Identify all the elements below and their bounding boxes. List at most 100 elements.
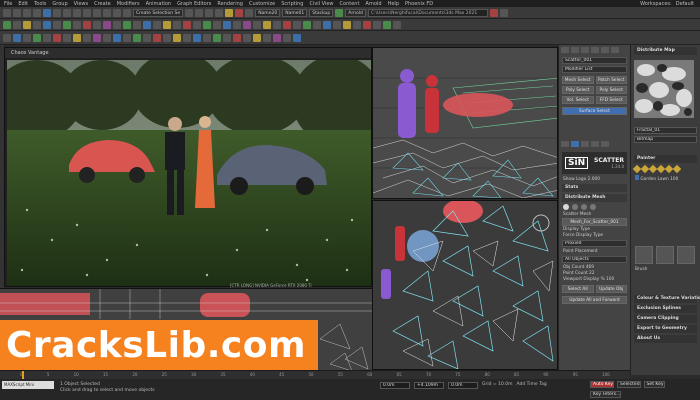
distribute-map-rollout[interactable]: Distribute Map: [634, 47, 697, 55]
align-icon[interactable]: [123, 8, 131, 17]
tool-icon-1[interactable]: [3, 33, 11, 42]
tool-icon-17[interactable]: [163, 33, 171, 42]
map-name-field[interactable]: Fractal_01: [634, 127, 697, 134]
ribbon-icon-32[interactable]: [313, 20, 321, 29]
mode-radio-4[interactable]: [590, 204, 596, 210]
ribbon-icon-31[interactable]: [303, 20, 311, 29]
painter-rollout[interactable]: Painter: [634, 155, 697, 163]
utilities-tab-icon[interactable]: [611, 47, 619, 53]
show-logo-value[interactable]: 2.000: [588, 177, 600, 182]
curve-editor-icon[interactable]: [195, 8, 204, 17]
ribbon-icon-24[interactable]: [233, 20, 241, 29]
garden-layer-row[interactable]: Garden Lawn 100: [635, 175, 696, 182]
update-obj-button[interactable]: Update Obj: [595, 285, 627, 293]
tool-icon-4[interactable]: [33, 33, 41, 42]
surface-select-item[interactable]: Surface Select: [562, 107, 627, 115]
tool-icon-3[interactable]: [23, 33, 31, 42]
ribbon-icon-38[interactable]: [373, 20, 381, 29]
tool-icon-7[interactable]: [63, 33, 71, 42]
scatter-mesh-pick-button[interactable]: Mesh_For_Scatter_001: [562, 218, 627, 226]
z-coordinate-field[interactable]: 0.0m: [448, 382, 478, 389]
menu-group[interactable]: Group: [52, 1, 67, 7]
mirror-icon[interactable]: [113, 8, 121, 17]
tool-icon-15[interactable]: [143, 33, 151, 42]
x-coordinate-field[interactable]: 0.0m: [380, 382, 410, 389]
ribbon-icon-28[interactable]: [273, 20, 281, 29]
menu-views[interactable]: Views: [74, 1, 88, 7]
tool-icon-8[interactable]: [73, 33, 81, 42]
undo-icon[interactable]: [3, 8, 11, 17]
move-icon[interactable]: [63, 8, 71, 17]
ribbon-icon-10[interactable]: [93, 20, 101, 29]
point-count-value[interactable]: 22: [589, 271, 594, 276]
ribbon-icon-33[interactable]: [323, 20, 331, 29]
unlink-icon[interactable]: [33, 8, 41, 17]
named-field-2[interactable]: Name01: [282, 8, 308, 17]
modify-tab-icon[interactable]: [571, 47, 579, 53]
about-us-rollout[interactable]: About Us: [634, 335, 697, 343]
ribbon-icon-15[interactable]: [143, 20, 151, 29]
ribbon-icon-27[interactable]: [263, 20, 271, 29]
menu-file[interactable]: File: [4, 1, 12, 7]
auto-key-button[interactable]: Auto Key: [590, 381, 615, 388]
tool-icon-26[interactable]: [253, 33, 261, 42]
exclusion-splines-rollout[interactable]: Exclusion Splines: [634, 305, 697, 313]
select-icon[interactable]: [43, 8, 51, 17]
ribbon-icon-29[interactable]: [283, 20, 291, 29]
menu-tools[interactable]: Tools: [34, 1, 46, 7]
tool-icon-2[interactable]: [13, 33, 21, 42]
show-end-result-icon[interactable]: [571, 141, 579, 147]
menu-phoenix[interactable]: Phoenix FD: [405, 1, 433, 7]
angle-snap-icon[interactable]: [103, 8, 111, 17]
all-objects-dropdown[interactable]: All Objects: [562, 256, 627, 263]
clear-icon[interactable]: [677, 246, 695, 264]
ribbon-icon-3[interactable]: [23, 20, 31, 29]
tool-icon-11[interactable]: [103, 33, 111, 42]
ribbon-icon-17[interactable]: [163, 20, 171, 29]
scale-icon[interactable]: [83, 8, 91, 17]
brush-preset-icon-6[interactable]: [672, 164, 682, 174]
menu-customize[interactable]: Customize: [249, 1, 275, 7]
fractal-map-preview[interactable]: [634, 60, 694, 118]
render-icon[interactable]: [245, 8, 254, 17]
ribbon-icon-20[interactable]: [193, 20, 201, 29]
viewport-top-right[interactable]: [372, 47, 558, 199]
viewport-display-value[interactable]: 100: [606, 277, 614, 282]
ribbon-icon-22[interactable]: [213, 20, 221, 29]
named-field-1[interactable]: Name20: [255, 8, 281, 17]
stats-rollout[interactable]: Stats: [562, 184, 627, 192]
ribbon-icon-18[interactable]: [173, 20, 181, 29]
create-tab-icon[interactable]: [561, 47, 569, 53]
ribbon-icon-36[interactable]: [353, 20, 361, 29]
update-all-button[interactable]: Update All and Forward: [562, 296, 627, 304]
tool-icon-25[interactable]: [243, 33, 251, 42]
selected-dropdown[interactable]: Selected: [617, 381, 641, 388]
tool-icon-29[interactable]: [283, 33, 291, 42]
ribbon-icon-23[interactable]: [223, 20, 231, 29]
select-all-button[interactable]: Select All: [562, 285, 594, 293]
workspaces-select[interactable]: Default: [676, 1, 694, 7]
pin-stack-icon[interactable]: [561, 141, 569, 147]
tool-icon-23[interactable]: [223, 33, 231, 42]
eraser-icon[interactable]: [656, 246, 674, 264]
tool-icon-14[interactable]: [133, 33, 141, 42]
menu-create[interactable]: Create: [94, 1, 111, 7]
y-coordinate-field[interactable]: +4.109m: [414, 382, 444, 389]
make-unique-icon[interactable]: [581, 141, 589, 147]
tool-icon-10[interactable]: [93, 33, 101, 42]
settings-icon[interactable]: [499, 8, 508, 17]
tool-icon-19[interactable]: [183, 33, 191, 42]
tool-icon-16[interactable]: [153, 33, 161, 42]
tool-icon-24[interactable]: [233, 33, 241, 42]
poly-select-button-2[interactable]: Poly Select: [595, 86, 627, 94]
display-tab-icon[interactable]: [601, 47, 609, 53]
vol-select-button[interactable]: Vol. Select: [562, 96, 594, 104]
tool-icon-9[interactable]: [83, 33, 91, 42]
mode-radio-3[interactable]: [581, 204, 587, 210]
ribbon-icon-25[interactable]: [243, 20, 251, 29]
menu-scripting[interactable]: Scripting: [281, 1, 303, 7]
menu-civil-view[interactable]: Civil View: [309, 1, 333, 7]
paint-brush-icon[interactable]: [635, 246, 653, 264]
tool-icon-27[interactable]: [263, 33, 271, 42]
force-display-checkbox[interactable]: Force Display Type: [563, 233, 626, 238]
